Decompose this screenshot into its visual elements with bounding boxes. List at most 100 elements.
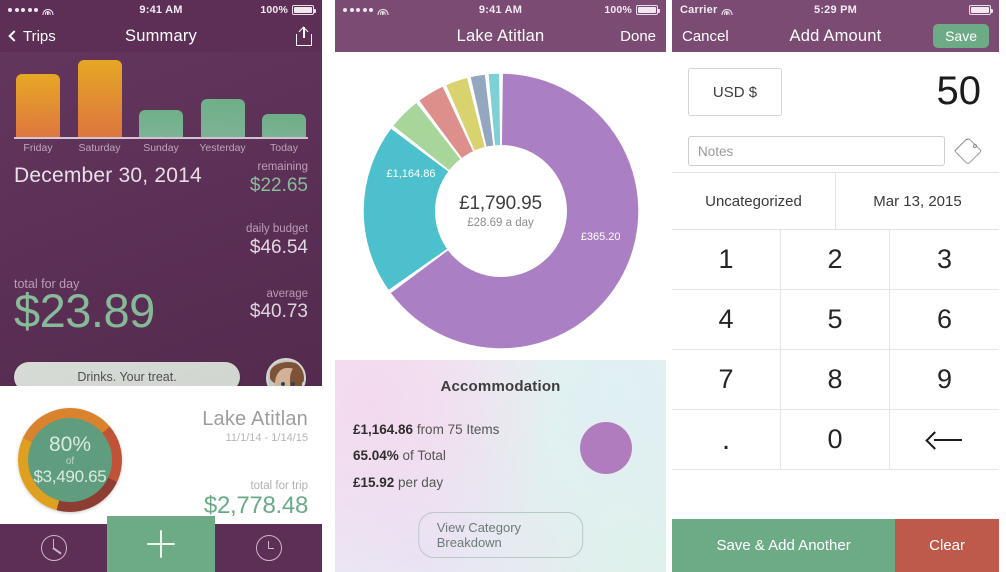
key-2[interactable]: 2 — [781, 230, 890, 290]
category-title: Accommodation — [440, 378, 561, 395]
category-amount: £1,164.86 — [353, 422, 414, 437]
amount-value: 50 — [936, 69, 982, 113]
phone-panel-summary: 9:41 AM 100% Trips Summary Friday Saturd… — [0, 0, 322, 572]
add-icon — [147, 530, 175, 558]
trip-info: Lake Atitlan 11/1/14 - 1/14/15 total for… — [202, 408, 308, 520]
key-3[interactable]: 3 — [890, 230, 999, 290]
status-time: 9:41 AM — [139, 4, 183, 16]
tab-reports[interactable] — [0, 524, 107, 572]
screenshot-stage: 9:41 AM 100% Trips Summary Friday Saturd… — [0, 0, 1006, 572]
key-9[interactable]: 9 — [890, 350, 999, 410]
save-and-add-another-button[interactable]: Save & Add Another — [672, 519, 896, 572]
daily-bar-chart: Friday Saturday Sunday Yesterday Today — [0, 52, 322, 154]
bar — [139, 110, 183, 137]
back-label: Trips — [23, 27, 56, 45]
panel2-header: 9:41 AM 100% Lake Atitlan Done — [335, 0, 666, 52]
bar — [16, 74, 60, 137]
tab-history[interactable] — [215, 524, 322, 572]
total-for-day-value: $23.89 — [14, 284, 155, 337]
numeric-keypad: 123 456 789.0 — [672, 230, 999, 470]
category-percent-suffix: of Total — [398, 448, 446, 464]
donut-per-day: £28.69 a day — [467, 217, 534, 229]
slice-label-transport: £365.20 — [580, 231, 621, 243]
stat-remaining-value: $22.65 — [249, 174, 308, 196]
key-6[interactable]: 6 — [890, 290, 999, 350]
bar-chart-bars — [12, 52, 310, 137]
share-button[interactable] — [296, 26, 312, 46]
date-selector[interactable]: Mar 13, 2015 — [835, 173, 999, 229]
status-time-2: 9:41 AM — [478, 4, 523, 16]
battery-icon — [292, 5, 316, 15]
add-expense-button[interactable] — [107, 516, 215, 572]
clear-button[interactable]: Clear — [895, 519, 999, 572]
tag-icon[interactable] — [953, 136, 983, 166]
donut-total: £1,790.95 — [459, 193, 542, 214]
pie-chart-icon — [40, 535, 67, 561]
page-title-2: Lake Atitlan — [456, 26, 545, 45]
donut-center: £1,790.95 £28.69 a day — [438, 149, 563, 273]
key-7[interactable]: 7 — [672, 350, 781, 410]
bar-column[interactable] — [74, 52, 126, 137]
bar-column[interactable] — [258, 52, 310, 137]
clock-icon — [255, 535, 282, 561]
stat-average-value: $40.73 — [249, 301, 308, 323]
key-5[interactable]: 5 — [781, 290, 890, 350]
category-selector[interactable]: Uncategorized — [672, 173, 835, 229]
bar — [77, 60, 122, 137]
key-0[interactable]: 0 — [781, 410, 890, 470]
chevron-left-icon — [8, 30, 20, 42]
trip-name: Lake Atitlan — [202, 408, 308, 430]
phone-panel-trip-chart: 9:41 AM 100% Lake Atitlan Done £1,790.95… — [335, 0, 666, 572]
status-battery-3 — [969, 5, 993, 15]
tab-bar — [0, 516, 322, 572]
stat-daily-budget-value: $46.54 — [249, 236, 308, 258]
backspace-icon — [928, 433, 962, 447]
stat-remaining: remaining $22.65 — [246, 160, 308, 196]
save-button[interactable]: Save — [933, 24, 989, 48]
key-1[interactable]: 1 — [672, 230, 781, 290]
trip-card[interactable]: 80% of $3,490.65 Lake Atitlan 11/1/14 - … — [0, 386, 322, 534]
key-8[interactable]: 8 — [781, 350, 890, 410]
nav-bar: Trips Summary — [0, 20, 322, 52]
stat-daily-budget-label: daily budget — [245, 223, 308, 236]
donut-wrap: £1,790.95 £28.69 a day £1,164.86 £365.20 — [351, 66, 651, 356]
nav-bar-3: Cancel Add Amount Save — [672, 20, 999, 52]
category-per-day: £15.92 — [353, 474, 395, 490]
stat-average-label: average — [266, 287, 308, 300]
battery-icon — [969, 5, 993, 15]
trip-progress-percent: 80% — [48, 432, 92, 456]
bar — [262, 114, 306, 137]
nav-bar-2: Lake Atitlan Done — [335, 20, 666, 52]
key-decimal[interactable]: . — [672, 410, 781, 470]
notes-input[interactable]: Notes — [688, 136, 945, 166]
panel3-header: Carrier 5:29 PM Cancel Add Amount Save — [672, 0, 999, 52]
summary-stats: remaining $22.65 daily budget $46.54 ave… — [246, 160, 308, 323]
trip-dates: 11/1/14 - 1/14/15 — [225, 432, 308, 444]
key-backspace[interactable] — [890, 410, 999, 470]
status-time-3: 5:29 PM — [814, 4, 857, 16]
status-bar: 9:41 AM 100% — [0, 0, 322, 20]
category-date-row: Uncategorized Mar 13, 2015 — [672, 172, 999, 230]
category-card-content: Accommodation £1,164.86 from 75 Items 65… — [335, 360, 666, 496]
bar-column[interactable] — [197, 52, 249, 137]
currency-button[interactable]: USD $ — [688, 68, 782, 116]
view-category-breakdown-button[interactable]: View Category Breakdown — [417, 512, 584, 558]
tip-text: Drinks. Your treat. — [77, 370, 177, 384]
amount-row: USD $ 50 — [672, 52, 999, 130]
done-button[interactable]: Done — [620, 28, 656, 45]
bar-column[interactable] — [135, 52, 187, 137]
phone-panel-add-amount: Carrier 5:29 PM Cancel Add Amount Save U… — [672, 0, 999, 572]
key-4[interactable]: 4 — [672, 290, 781, 350]
category-items: from 75 Items — [413, 422, 500, 437]
back-button[interactable]: Trips — [8, 27, 56, 45]
category-percent: 65.04% — [353, 448, 399, 464]
bar-column[interactable] — [12, 52, 64, 137]
status-bar-2: 9:41 AM 100% — [335, 0, 666, 20]
trip-progress-of: of — [65, 455, 75, 467]
category-detail-card: Accommodation £1,164.86 from 75 Items 65… — [335, 360, 666, 572]
category-per-day-suffix: per day — [394, 474, 444, 490]
action-bar: Save & Add Another Clear — [672, 519, 999, 572]
cancel-button[interactable]: Cancel — [682, 28, 729, 45]
panel-divider-1 — [322, 0, 335, 572]
summary-body: Friday Saturday Sunday Yesterday Today Decem… — [0, 52, 322, 398]
